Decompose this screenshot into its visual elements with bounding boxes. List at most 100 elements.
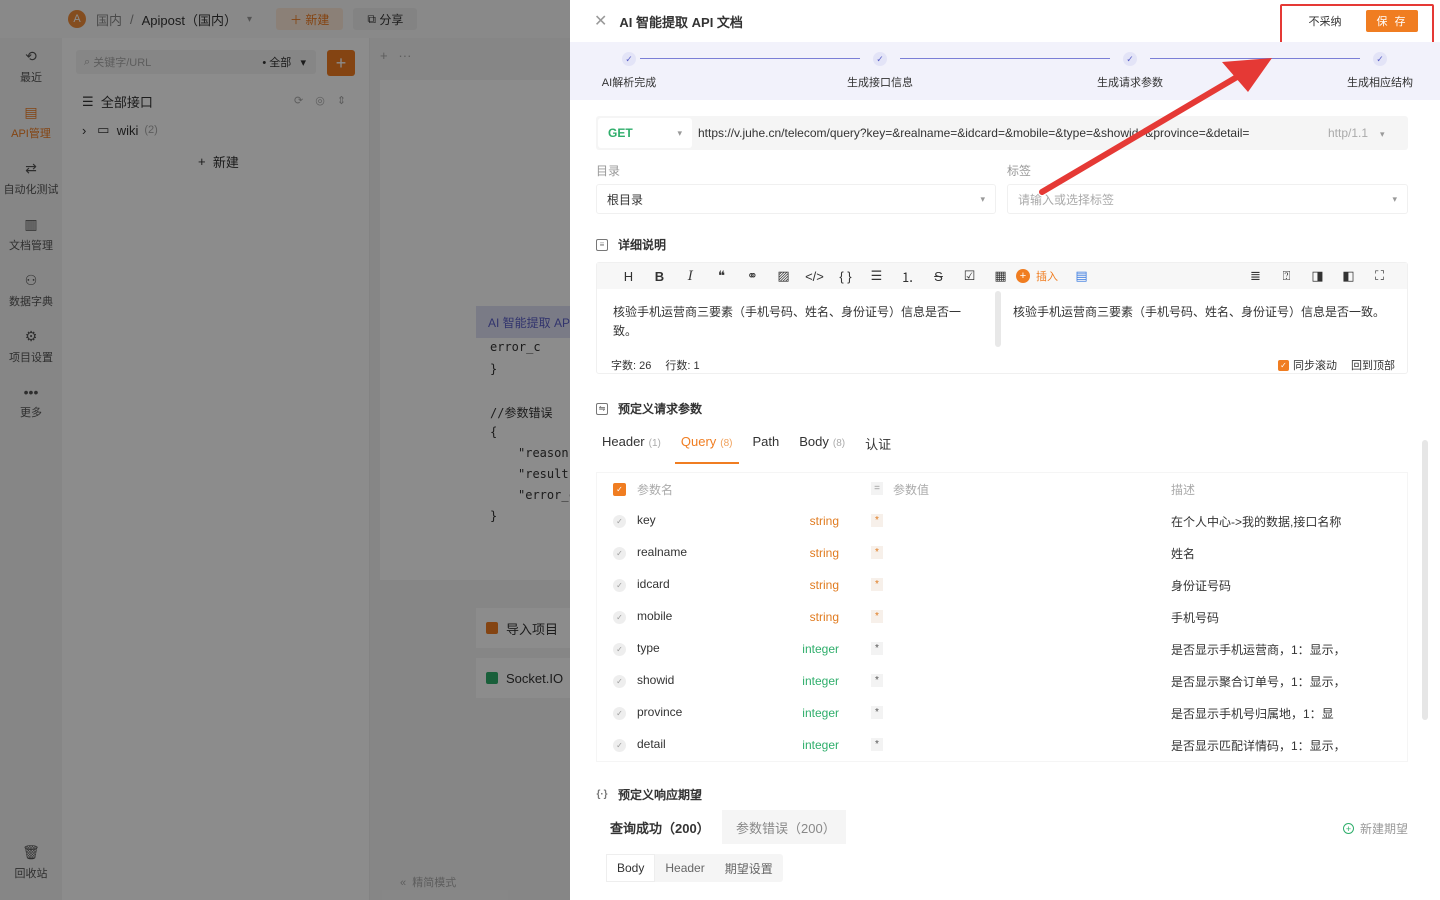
param-desc[interactable]: 是否显示手机运营商，1：显示，: [1171, 641, 1401, 658]
required-marker[interactable]: *: [871, 514, 883, 527]
url-input[interactable]: https://v.juhe.cn/telecom/query?key=&rea…: [698, 126, 1298, 140]
row-checkbox[interactable]: ✓: [613, 547, 626, 560]
check-icon: ✓: [873, 52, 887, 66]
param-desc[interactable]: 在个人中心->我的数据,接口名称: [1171, 513, 1401, 530]
param-type[interactable]: string: [755, 546, 839, 560]
param-name[interactable]: idcard: [637, 577, 670, 591]
sync-scroll-checkbox[interactable]: ✓: [1278, 359, 1289, 371]
reject-button[interactable]: 不采纳: [1290, 10, 1360, 32]
row-checkbox[interactable]: ✓: [613, 579, 626, 592]
required-marker[interactable]: *: [871, 706, 883, 719]
required-marker[interactable]: *: [871, 610, 883, 623]
directory-label: 目录: [596, 164, 621, 178]
back-to-top-link[interactable]: 回到顶部: [1351, 357, 1395, 373]
drawer-scrollbar[interactable]: [1422, 440, 1428, 720]
param-name[interactable]: mobile: [637, 609, 672, 623]
new-expectation-button[interactable]: + 新建期望: [1342, 820, 1408, 837]
required-marker[interactable]: *: [871, 546, 883, 559]
table-row[interactable]: ✓ detail integer * 是否显示匹配详情码，1：显示，: [597, 729, 1407, 761]
help-icon[interactable]: ⍰: [1271, 268, 1302, 284]
param-desc[interactable]: 是否显示手机号归属地，1：显: [1171, 705, 1401, 722]
row-checkbox[interactable]: ✓: [613, 739, 626, 752]
param-desc[interactable]: 是否显示聚合订单号，1：显示，: [1171, 673, 1401, 690]
row-checkbox[interactable]: ✓: [613, 707, 626, 720]
preview-left-icon[interactable]: ◧: [1333, 268, 1364, 284]
table-row[interactable]: ✓ province integer * 是否显示手机号归属地，1：显: [597, 697, 1407, 729]
table-row[interactable]: ✓ showid integer * 是否显示聚合订单号，1：显示，: [597, 665, 1407, 697]
directory-select[interactable]: 根目录 ▾: [596, 184, 996, 214]
param-name[interactable]: type: [637, 641, 660, 655]
bold-icon[interactable]: B: [644, 269, 675, 284]
checkbox-icon[interactable]: ☑: [954, 268, 985, 284]
editor-view-tools: ≣ ⍰ ◨ ◧ ⛶: [1240, 263, 1395, 289]
param-name[interactable]: realname: [637, 545, 687, 559]
save-button[interactable]: 保 存: [1366, 10, 1418, 32]
http-version-select[interactable]: http/1.1 ▾: [1328, 126, 1385, 140]
detail-section-title: ≡ 详细说明: [596, 236, 666, 253]
table-row[interactable]: ✓ mobile string * 手机号码: [597, 601, 1407, 633]
link-icon[interactable]: ⚭: [737, 268, 768, 284]
code-block-icon[interactable]: { }: [830, 269, 861, 284]
tab-body[interactable]: Body: [606, 854, 656, 882]
param-type[interactable]: integer: [755, 738, 839, 752]
template-icon[interactable]: ▤: [1066, 268, 1097, 284]
param-name[interactable]: key: [637, 513, 656, 527]
numbered-list-icon[interactable]: ⒈: [892, 267, 923, 286]
param-name[interactable]: province: [637, 705, 682, 719]
tab-body[interactable]: Body (8): [799, 434, 845, 462]
param-desc[interactable]: 是否显示匹配详情码，1：显示，: [1171, 737, 1401, 754]
method-select[interactable]: GET ▾: [598, 118, 692, 148]
tag-select[interactable]: 请输入或选择标签 ▾: [1007, 184, 1408, 214]
param-type[interactable]: string: [755, 610, 839, 624]
insert-button[interactable]: + 插入: [1016, 268, 1066, 284]
param-desc[interactable]: 手机号码: [1171, 609, 1401, 626]
table-row[interactable]: ✓ realname string * 姓名: [597, 537, 1407, 569]
table-row[interactable]: ✓ key string * 在个人中心->我的数据,接口名称: [597, 505, 1407, 537]
preview-right-icon[interactable]: ◨: [1302, 268, 1333, 284]
row-checkbox[interactable]: ✓: [613, 611, 626, 624]
required-marker[interactable]: *: [871, 674, 883, 687]
param-type[interactable]: string: [755, 514, 839, 528]
tab-header[interactable]: Header: [655, 854, 714, 882]
tab-expect-settings[interactable]: 期望设置: [715, 854, 783, 882]
table-icon[interactable]: ▦: [985, 268, 1016, 284]
strikethrough-icon[interactable]: S: [923, 269, 954, 284]
param-type[interactable]: integer: [755, 706, 839, 720]
tab-query[interactable]: Query (8): [674, 434, 739, 464]
editor-scrollbar[interactable]: [995, 291, 1001, 347]
param-type[interactable]: integer: [755, 674, 839, 688]
param-name[interactable]: detail: [637, 737, 666, 751]
tab-path[interactable]: Path: [753, 434, 780, 462]
table-row[interactable]: ✓ idcard string * 身份证号码: [597, 569, 1407, 601]
fullscreen-icon[interactable]: ⛶: [1364, 268, 1395, 284]
tab-query-success[interactable]: 查询成功（200）: [596, 810, 724, 844]
italic-icon[interactable]: I: [675, 269, 706, 284]
tab-header[interactable]: Header (1): [602, 434, 661, 462]
required-marker[interactable]: *: [871, 642, 883, 655]
close-icon[interactable]: ✕: [594, 11, 607, 31]
tab-param-error[interactable]: 参数错误（200）: [722, 810, 846, 844]
tab-auth[interactable]: 认证: [865, 434, 891, 462]
heading-icon[interactable]: H: [613, 269, 644, 284]
select-all-checkbox[interactable]: ✓: [613, 483, 626, 496]
param-type[interactable]: string: [755, 578, 839, 592]
response-body-tabs: Body Header 期望设置: [606, 854, 783, 882]
required-marker[interactable]: *: [871, 738, 883, 751]
param-type[interactable]: integer: [755, 642, 839, 656]
image-icon[interactable]: ▨: [768, 268, 799, 284]
modal-overlay[interactable]: [0, 0, 570, 900]
row-checkbox[interactable]: ✓: [613, 515, 626, 528]
quote-icon[interactable]: ❝: [706, 268, 737, 284]
required-marker[interactable]: *: [871, 578, 883, 591]
toc-icon[interactable]: ≣: [1240, 268, 1271, 284]
step-3: ✓ 生成请求参数: [1080, 52, 1180, 90]
param-name[interactable]: showid: [637, 673, 674, 687]
row-checkbox[interactable]: ✓: [613, 675, 626, 688]
code-icon[interactable]: </>: [799, 269, 830, 284]
bullet-list-icon[interactable]: ☰: [861, 268, 892, 284]
table-row[interactable]: ✓ type integer * 是否显示手机运营商，1：显示，: [597, 633, 1407, 665]
editor-input[interactable]: 核验手机运营商三要素（手机号码、姓名、身份证号）信息是否一致。: [613, 303, 973, 341]
param-desc[interactable]: 身份证号码: [1171, 577, 1401, 594]
param-desc[interactable]: 姓名: [1171, 545, 1401, 562]
row-checkbox[interactable]: ✓: [613, 643, 626, 656]
